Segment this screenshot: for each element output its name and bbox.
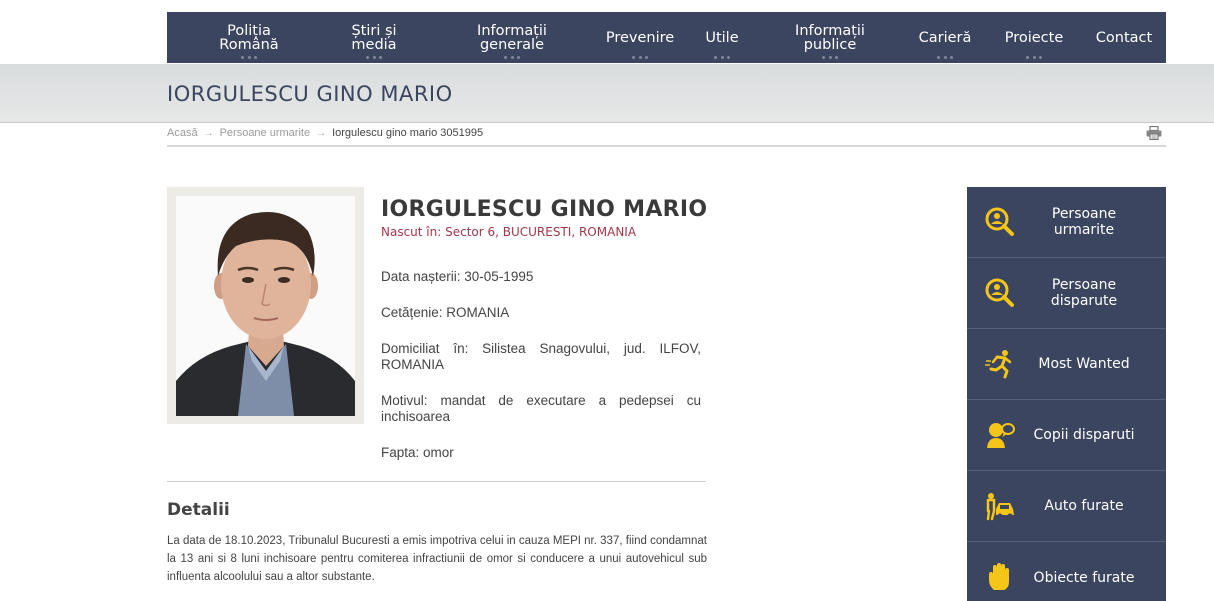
search-person-icon	[985, 207, 1014, 236]
dots-icon	[714, 56, 730, 59]
nav-item-proiecte[interactable]: Proiecte	[999, 12, 1069, 63]
breadcrumb: Acasă → Persoane urmarite → Iorgulescu g…	[167, 127, 483, 139]
sidebar-item-copii-disparuti[interactable]: Copii disparuti	[967, 400, 1166, 471]
details-text: La data de 18.10.2023, Tribunalul Bucure…	[167, 535, 707, 583]
sidebar-label: Obiecte furate	[1033, 569, 1135, 586]
sidebar-item-obiecte-furate[interactable]: Obiecte furate	[967, 542, 1166, 601]
page-title: IORGULESCU GINO MARIO	[167, 82, 453, 106]
search-person-icon	[985, 278, 1014, 307]
nav-label: Proiecte	[1004, 29, 1064, 46]
main-nav: Poliția Română Știri și media Informații…	[167, 12, 1166, 63]
dots-icon	[504, 56, 520, 59]
print-icon[interactable]	[1146, 126, 1162, 140]
nav-item-stiri-media[interactable]: Știri și media	[334, 12, 414, 63]
birthplace: Nascut în: Sector 6, BUCURESTI, ROMANIA	[381, 225, 637, 239]
nav-label: Informații	[477, 22, 547, 39]
breadcrumb-current: Iorgulescu gino mario 3051995	[332, 127, 484, 139]
nav-item-utile[interactable]: Utile	[700, 12, 744, 63]
sidebar-label: Persoane urmarite	[1019, 206, 1149, 238]
sidebar-label-line: Persoane	[1051, 277, 1117, 293]
nav-item-cariera[interactable]: Carieră	[912, 12, 978, 63]
sidebar-label-line: Persoane	[1051, 206, 1117, 222]
nav-label: Carieră	[918, 29, 972, 46]
birth-date: Data nașterii: 30-05-1995	[381, 269, 534, 284]
nav-label: generale	[479, 36, 545, 53]
dots-icon	[632, 56, 648, 59]
nav-label: media	[351, 36, 397, 53]
sidebar-label: Auto furate	[1044, 498, 1124, 514]
nav-item-informatii-generale[interactable]: Informații generale	[467, 12, 557, 63]
dots-icon	[937, 56, 953, 59]
dots-icon	[241, 56, 257, 59]
hand-icon	[989, 563, 1009, 590]
nav-item-contact[interactable]: Contact	[1089, 12, 1159, 63]
nav-item-informatii-publice[interactable]: Informații publice	[785, 12, 875, 63]
sidebar: Persoane urmarite Persoane disparute Mos…	[967, 187, 1166, 601]
sidebar-item-persoane-urmarite[interactable]: Persoane urmarite	[967, 187, 1166, 258]
nav-label: Română	[219, 36, 279, 53]
dots-icon	[1026, 56, 1042, 59]
dots-icon	[822, 56, 838, 59]
section-divider	[167, 481, 706, 482]
breadcrumb-divider	[167, 145, 1166, 147]
nav-label: publice	[803, 36, 857, 53]
deed: Fapta: omor	[381, 445, 454, 460]
sidebar-label: Copii disparuti	[1033, 427, 1135, 443]
sidebar-label: Most Wanted	[1038, 356, 1130, 372]
dots-icon	[366, 56, 382, 59]
breadcrumb-section-link[interactable]: Persoane urmarite	[220, 127, 311, 139]
car-thief-icon	[986, 493, 1014, 521]
sidebar-label-line: disparute	[1050, 293, 1118, 309]
breadcrumb-separator: →	[203, 127, 214, 139]
sidebar-label: Persoane disparute	[1019, 277, 1149, 309]
reason: Motivul: mandat de executare a pedepsei …	[381, 393, 701, 424]
sidebar-item-auto-furate[interactable]: Auto furate	[967, 471, 1166, 542]
sidebar-item-persoane-disparute[interactable]: Persoane disparute	[967, 258, 1166, 329]
nav-label: Utile	[705, 29, 739, 46]
person-photo	[176, 196, 355, 416]
breadcrumb-home-link[interactable]: Acasă	[167, 127, 198, 139]
details-heading: Detalii	[167, 500, 230, 520]
nav-label: Prevenire	[605, 29, 675, 46]
breadcrumb-separator: →	[316, 127, 327, 139]
nav-item-politia-romana[interactable]: Poliția Română	[207, 12, 291, 63]
running-man-icon	[985, 350, 1012, 379]
nav-item-prevenire[interactable]: Prevenire	[600, 12, 680, 63]
nav-label: Poliția	[227, 22, 271, 39]
citizenship: Cetățenie: ROMANIA	[381, 305, 510, 320]
residence: Domiciliat în: Silistea Snagovului, jud.…	[381, 341, 701, 372]
person-name: IORGULESCU GINO MARIO	[381, 197, 708, 222]
nav-label: Informații	[795, 22, 865, 39]
nav-label: Știri și	[351, 22, 397, 39]
sidebar-label-line: urmarite	[1053, 222, 1115, 238]
child-icon	[987, 423, 1015, 448]
nav-label: Contact	[1095, 29, 1153, 46]
sidebar-item-most-wanted[interactable]: Most Wanted	[967, 329, 1166, 400]
